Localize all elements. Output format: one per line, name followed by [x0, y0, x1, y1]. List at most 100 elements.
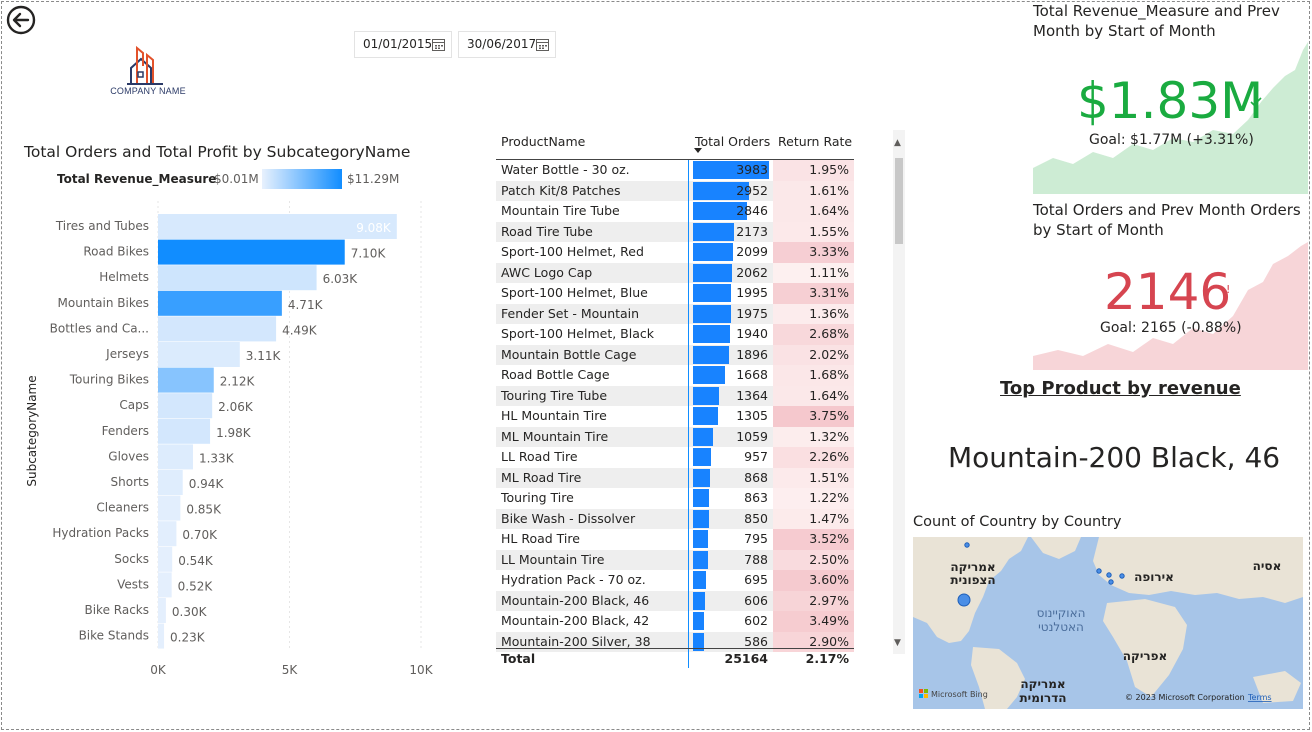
map-label-north-america-1: אמריקה — [950, 560, 995, 574]
return-rate-cell: 1.68% — [809, 367, 849, 382]
product-name-cell: Patch Kit/8 Patches — [501, 182, 621, 198]
country-bubble[interactable] — [1119, 573, 1125, 579]
category-label: Bike Stands — [79, 629, 149, 643]
table-row[interactable]: HL Road Tire 795 3.52% — [496, 529, 854, 550]
scroll-thumb[interactable] — [895, 158, 903, 244]
bar[interactable] — [158, 367, 214, 393]
bar[interactable] — [158, 444, 193, 470]
return-rate-cell: 1.51% — [809, 469, 849, 485]
table-row[interactable]: ML Road Tire 868 1.51% — [496, 467, 854, 488]
calendar-icon[interactable] — [536, 38, 549, 51]
product-name-cell: Water Bottle - 30 oz. — [501, 162, 630, 177]
header-product-name[interactable]: ProductName — [501, 134, 585, 149]
table-row[interactable]: Road Tire Tube 2173 1.55% — [496, 221, 854, 242]
table-row[interactable]: Hydration Pack - 70 oz. 695 3.60% — [496, 570, 854, 591]
table-row[interactable]: Mountain Bottle Cage 1896 2.02% — [496, 344, 854, 365]
table-row[interactable]: Touring Tire 863 1.22% — [496, 488, 854, 509]
return-rate-cell: 2.97% — [809, 592, 849, 608]
table-scrollbar[interactable]: ▲ ▼ — [893, 130, 905, 654]
table-row[interactable]: Mountain Tire Tube 2846 1.64% — [496, 201, 854, 222]
table-row[interactable]: AWC Logo Cap 2062 1.11% — [496, 262, 854, 283]
map-terms-link[interactable]: Terms — [1247, 693, 1272, 702]
scroll-up-icon[interactable]: ▲ — [894, 138, 901, 148]
header-total-orders[interactable]: Total Orders — [695, 134, 770, 149]
end-date-input[interactable]: 30/06/2017 — [458, 31, 556, 58]
table-row[interactable]: Sport-100 Helmet, Red 2099 3.33% — [496, 242, 854, 263]
back-arrow-icon[interactable] — [6, 5, 36, 35]
category-label: Mountain Bikes — [58, 296, 149, 310]
bar[interactable] — [158, 572, 172, 598]
table-row[interactable]: Water Bottle - 30 oz. 3983 1.95% — [496, 160, 854, 181]
column-divider — [688, 160, 689, 668]
data-label: 0.94K — [189, 477, 225, 491]
product-name-cell: Hydration Pack - 70 oz. — [501, 572, 646, 587]
table-row[interactable]: Touring Tire Tube 1364 1.64% — [496, 385, 854, 406]
table-row[interactable]: Sport-100 Helmet, Blue 1995 3.31% — [496, 283, 854, 304]
table-row[interactable]: Mountain-200 Black, 46 606 2.97% — [496, 590, 854, 611]
top-product-value: Mountain-200 Black, 46 — [948, 441, 1281, 474]
bar[interactable] — [158, 290, 282, 316]
bar[interactable] — [158, 342, 240, 367]
kpi-revenue-goal: Goal: $1.77M (+3.31%) — [1089, 132, 1254, 148]
total-orders-cell: 606 — [744, 592, 768, 608]
return-rate-cell: 3.49% — [809, 613, 849, 628]
table-row[interactable]: ML Mountain Tire 1059 1.32% — [496, 426, 854, 447]
product-name-cell: Mountain Bottle Cage — [501, 346, 637, 362]
table-row[interactable]: Mountain-200 Black, 42 602 3.49% — [496, 611, 854, 632]
table-row[interactable]: Bike Wash - Dissolver 850 1.47% — [496, 508, 854, 529]
start-date-value: 01/01/2015 — [363, 37, 433, 51]
product-name-cell: Mountain-200 Black, 46 — [501, 592, 650, 608]
country-bubble[interactable] — [964, 542, 970, 548]
start-date-input[interactable]: 01/01/2015 — [354, 31, 452, 58]
table-row[interactable]: LL Mountain Tire 788 2.50% — [496, 549, 854, 570]
product-name-cell: LL Road Tire — [501, 449, 578, 464]
total-orders-cell: 3983 — [736, 162, 768, 177]
product-name-cell: Road Bottle Cage — [501, 367, 610, 382]
bar[interactable] — [158, 623, 165, 649]
total-orders-cell: 1896 — [736, 346, 768, 362]
category-label: Gloves — [108, 449, 149, 463]
end-date-value: 30/06/2017 — [467, 37, 537, 51]
bar[interactable] — [158, 393, 213, 419]
country-bubble[interactable] — [1106, 572, 1112, 578]
bar[interactable] — [158, 418, 211, 444]
bar[interactable] — [158, 546, 173, 572]
table-row[interactable]: Patch Kit/8 Patches 2952 1.61% — [496, 180, 854, 201]
scroll-down-icon[interactable]: ▼ — [894, 638, 901, 648]
return-rate-cell: 3.60% — [809, 572, 849, 587]
bar[interactable] — [158, 495, 181, 521]
return-rate-cell: 2.68% — [809, 326, 849, 341]
country-bubble[interactable] — [957, 593, 971, 607]
bar[interactable] — [158, 265, 317, 291]
calendar-icon[interactable] — [432, 38, 445, 51]
table-row[interactable]: Fender Set - Mountain 1975 1.36% — [496, 303, 854, 324]
data-label: 4.49K — [282, 323, 318, 337]
country-bubble[interactable] — [1108, 579, 1114, 585]
table-row[interactable]: Sport-100 Helmet, Black 1940 2.68% — [496, 324, 854, 345]
map-label-north-america-2: הצפונית — [950, 573, 995, 587]
header-return-rate[interactable]: Return Rate — [778, 134, 852, 149]
map-label-south-america-1: אמריקה — [1020, 677, 1065, 691]
company-logo: COMPANY NAME — [107, 44, 189, 100]
x-tick-label: 0K — [150, 663, 167, 677]
bar[interactable] — [158, 470, 183, 495]
legend-label: Total Revenue_Measure — [57, 172, 217, 186]
country-bubble[interactable] — [1096, 568, 1102, 574]
product-name-cell: Sport-100 Helmet, Black — [501, 326, 654, 341]
bar[interactable] — [158, 239, 345, 265]
product-name-cell: Touring Tire — [501, 490, 574, 505]
data-label: 7.10K — [351, 247, 387, 261]
table-row[interactable]: LL Road Tire 957 2.26% — [496, 447, 854, 468]
bar[interactable] — [158, 521, 177, 547]
table-row[interactable]: HL Mountain Tire 1305 3.75% — [496, 406, 854, 427]
table-row[interactable]: Road Bottle Cage 1668 1.68% — [496, 365, 854, 386]
kpi-orders-title: Total Orders and Prev Month Orders by St… — [1033, 201, 1301, 239]
bar[interactable] — [158, 316, 277, 342]
product-name-cell: ML Road Tire — [501, 469, 582, 485]
building-logo-icon — [127, 45, 163, 85]
map-label-africa: אפריקה — [1123, 649, 1167, 663]
return-rate-cell: 1.55% — [809, 223, 849, 239]
country-map[interactable]: אמריקה הצפונית אירופה אסיה האוקיינוס האט… — [913, 537, 1303, 709]
sort-descending-icon[interactable] — [694, 148, 702, 153]
bar[interactable] — [158, 598, 166, 623]
